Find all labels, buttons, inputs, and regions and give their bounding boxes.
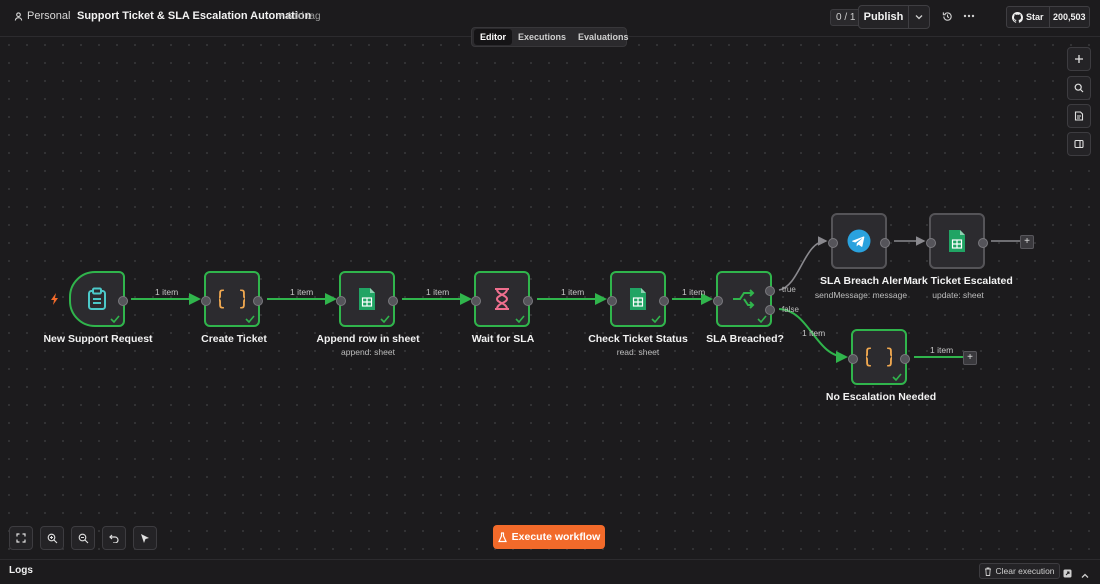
node-mark-ticket-escalated[interactable] xyxy=(926,213,988,269)
output-port[interactable] xyxy=(523,296,533,306)
google-sheets-icon xyxy=(630,288,646,310)
zoom-out-icon xyxy=(78,533,88,543)
trash-icon xyxy=(985,567,992,576)
node-subtitle: update: sheet xyxy=(932,290,984,300)
success-check-icon xyxy=(651,315,661,323)
node-sla-breached[interactable] xyxy=(713,271,775,327)
chevron-up-icon xyxy=(1081,573,1089,578)
svg-text:{ }: { } xyxy=(866,345,892,368)
node-create-ticket[interactable]: { } xyxy=(201,271,263,327)
telegram-icon xyxy=(847,229,871,253)
sticky-note-button[interactable] xyxy=(1067,104,1091,128)
edge-item-count: 1 item xyxy=(682,287,706,297)
view-tabs: Editor Executions Evaluations xyxy=(471,27,629,47)
svg-text:{ }: { } xyxy=(219,287,245,310)
clipboard-icon xyxy=(88,287,106,310)
tab-editor[interactable]: Editor xyxy=(474,29,512,45)
popout-icon xyxy=(1063,569,1072,578)
node-append-row-in-sheet[interactable] xyxy=(336,271,398,327)
search-nodes-button[interactable] xyxy=(1067,76,1091,100)
success-check-icon xyxy=(892,373,902,381)
output-port[interactable] xyxy=(388,296,398,306)
output-port-false[interactable] xyxy=(765,305,775,315)
panel-right-icon xyxy=(1074,139,1084,149)
node-new-support-request[interactable] xyxy=(69,271,128,327)
node-label: SLA Breached? xyxy=(706,333,784,345)
output-port[interactable] xyxy=(978,238,988,248)
undo-button[interactable] xyxy=(102,526,126,550)
undo-icon xyxy=(109,534,119,543)
add-next-node-button[interactable]: + xyxy=(1020,235,1034,249)
selection-mode-button[interactable] xyxy=(133,526,157,550)
input-port[interactable] xyxy=(713,296,723,306)
cursor-pointer-icon xyxy=(141,533,149,543)
execute-workflow-label: Execute workflow xyxy=(511,531,601,543)
node-no-escalation-needed[interactable]: { } xyxy=(848,329,910,385)
code-braces-icon: { } xyxy=(219,287,245,310)
fit-view-icon xyxy=(16,533,26,543)
success-check-icon xyxy=(380,315,390,323)
zoom-out-button[interactable] xyxy=(71,526,95,550)
success-check-icon xyxy=(110,315,120,323)
output-port-true[interactable] xyxy=(765,286,775,296)
input-port[interactable] xyxy=(336,296,346,306)
edge-item-count: 1 item xyxy=(426,287,450,297)
input-port[interactable] xyxy=(828,238,838,248)
node-check-ticket-status[interactable] xyxy=(607,271,669,327)
input-port[interactable] xyxy=(848,354,858,364)
execute-workflow-button[interactable]: Execute workflow xyxy=(493,525,605,549)
logs-expand-button[interactable] xyxy=(1081,566,1089,584)
trigger-bolt-icon xyxy=(51,293,58,305)
node-subtitle: append: sheet xyxy=(341,347,395,357)
logs-title: Logs xyxy=(9,565,33,576)
output-port[interactable] xyxy=(659,296,669,306)
edge-item-count: 1 item xyxy=(930,345,954,355)
if-branch-icon xyxy=(733,289,755,309)
plus-icon xyxy=(1075,55,1083,63)
success-check-icon xyxy=(757,315,767,323)
fit-view-button[interactable] xyxy=(9,526,33,550)
clear-execution-label: Clear execution xyxy=(995,566,1055,576)
toggle-panel-button[interactable] xyxy=(1067,132,1091,156)
node-label: Mark Ticket Escalated xyxy=(903,275,1013,287)
zoom-in-button[interactable] xyxy=(40,526,64,550)
input-port[interactable] xyxy=(607,296,617,306)
clear-execution-button[interactable]: Clear execution xyxy=(979,563,1060,579)
edge-item-count: 1 item xyxy=(802,328,826,338)
input-port[interactable] xyxy=(471,296,481,306)
logs-panel-bar[interactable]: Logs Clear execution xyxy=(0,559,1100,581)
sticky-note-icon xyxy=(1074,111,1084,121)
tab-evaluations[interactable]: Evaluations xyxy=(572,29,635,45)
output-port[interactable] xyxy=(253,296,263,306)
zoom-in-icon xyxy=(47,533,57,543)
branch-label-false: false xyxy=(782,305,799,314)
edge-item-count: 1 item xyxy=(290,287,314,297)
node-wait-for-sla[interactable] xyxy=(471,271,533,327)
success-check-icon xyxy=(515,315,525,323)
edge-item-count: 1 item xyxy=(155,287,179,297)
input-port[interactable] xyxy=(201,296,211,306)
input-port[interactable] xyxy=(926,238,936,248)
output-port[interactable] xyxy=(900,354,910,364)
node-subtitle: read: sheet xyxy=(616,347,660,357)
output-port[interactable] xyxy=(880,238,890,248)
node-label: No Escalation Needed xyxy=(825,391,937,403)
search-icon xyxy=(1074,83,1084,93)
success-check-icon xyxy=(245,315,255,323)
google-sheets-icon xyxy=(949,230,965,252)
flask-icon xyxy=(497,531,507,542)
edge-item-count: 1 item xyxy=(561,287,585,297)
tab-executions[interactable]: Executions xyxy=(512,29,572,45)
google-sheets-icon xyxy=(359,288,375,310)
code-braces-icon: { } xyxy=(866,345,892,368)
output-port[interactable] xyxy=(118,296,128,306)
hourglass-icon xyxy=(495,288,509,310)
logs-popout-button[interactable] xyxy=(1063,565,1072,583)
add-next-node-button[interactable]: + xyxy=(963,351,977,365)
add-node-button[interactable] xyxy=(1067,47,1091,71)
node-sla-breach-alert[interactable] xyxy=(828,213,890,269)
